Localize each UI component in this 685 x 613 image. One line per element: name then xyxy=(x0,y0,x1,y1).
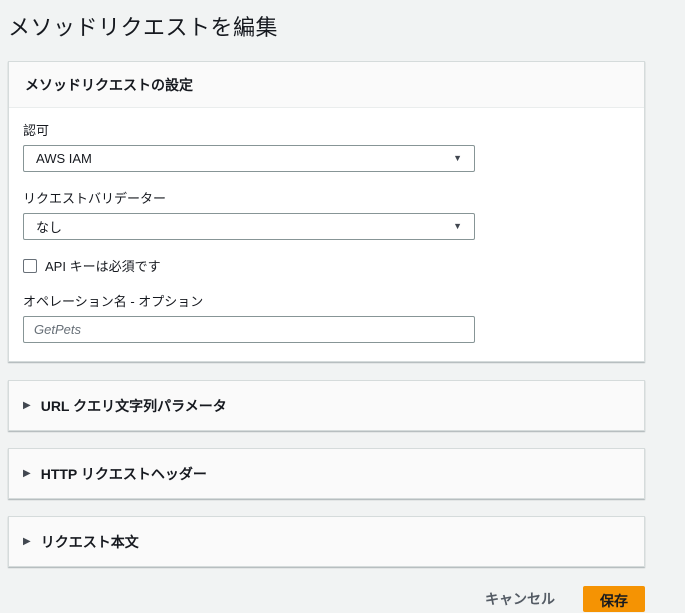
method-request-settings-panel: メソッドリクエストの設定 認可 AWS IAM ▼ リクエストバリデーター なし… xyxy=(8,61,645,362)
authorization-select[interactable]: AWS IAM ▼ xyxy=(23,145,475,172)
caret-right-icon: ▶ xyxy=(23,399,31,411)
api-key-required-label: API キーは必須です xyxy=(45,259,161,274)
authorization-selected-value: AWS IAM xyxy=(36,151,92,166)
request-validator-select[interactable]: なし ▼ xyxy=(23,213,475,240)
api-key-required-checkbox[interactable] xyxy=(23,258,37,273)
request-validator-selected-value: なし xyxy=(36,220,63,235)
operation-name-input[interactable] xyxy=(23,316,475,343)
content-column: メソッドリクエストの設定 認可 AWS IAM ▼ リクエストバリデーター なし… xyxy=(8,61,645,613)
caret-right-icon: ▶ xyxy=(23,535,31,547)
authorization-field: 認可 AWS IAM ▼ xyxy=(23,120,628,172)
api-key-required-row: API キーは必須です xyxy=(23,256,628,275)
section-request-body[interactable]: ▶ リクエスト本文 xyxy=(8,516,645,567)
section-url-query-string-parameters[interactable]: ▶ URL クエリ文字列パラメータ xyxy=(8,380,645,431)
authorization-label: 認可 xyxy=(23,123,50,138)
chevron-down-icon: ▼ xyxy=(453,221,462,231)
request-validator-field: リクエストバリデーター なし ▼ xyxy=(23,188,628,240)
operation-name-label: オペレーション名 - オプション xyxy=(23,294,204,309)
save-button[interactable]: 保存 xyxy=(583,586,645,612)
form-actions: キャンセル 保存 xyxy=(8,585,645,613)
section-label: HTTP リクエストヘッダー xyxy=(40,465,207,482)
operation-name-field: オペレーション名 - オプション xyxy=(23,291,628,343)
request-validator-label: リクエストバリデーター xyxy=(23,191,167,206)
caret-right-icon: ▶ xyxy=(23,467,31,479)
section-label: リクエスト本文 xyxy=(40,533,139,550)
cancel-button[interactable]: キャンセル xyxy=(479,585,561,613)
section-http-request-headers[interactable]: ▶ HTTP リクエストヘッダー xyxy=(8,448,645,499)
settings-panel-body: 認可 AWS IAM ▼ リクエストバリデーター なし ▼ API キーは必須で… xyxy=(9,108,644,361)
settings-panel-header: メソッドリクエストの設定 xyxy=(9,62,644,108)
chevron-down-icon: ▼ xyxy=(453,153,462,163)
page-title: メソッドリクエストを編集 xyxy=(8,15,279,40)
section-label: URL クエリ文字列パラメータ xyxy=(40,397,227,414)
